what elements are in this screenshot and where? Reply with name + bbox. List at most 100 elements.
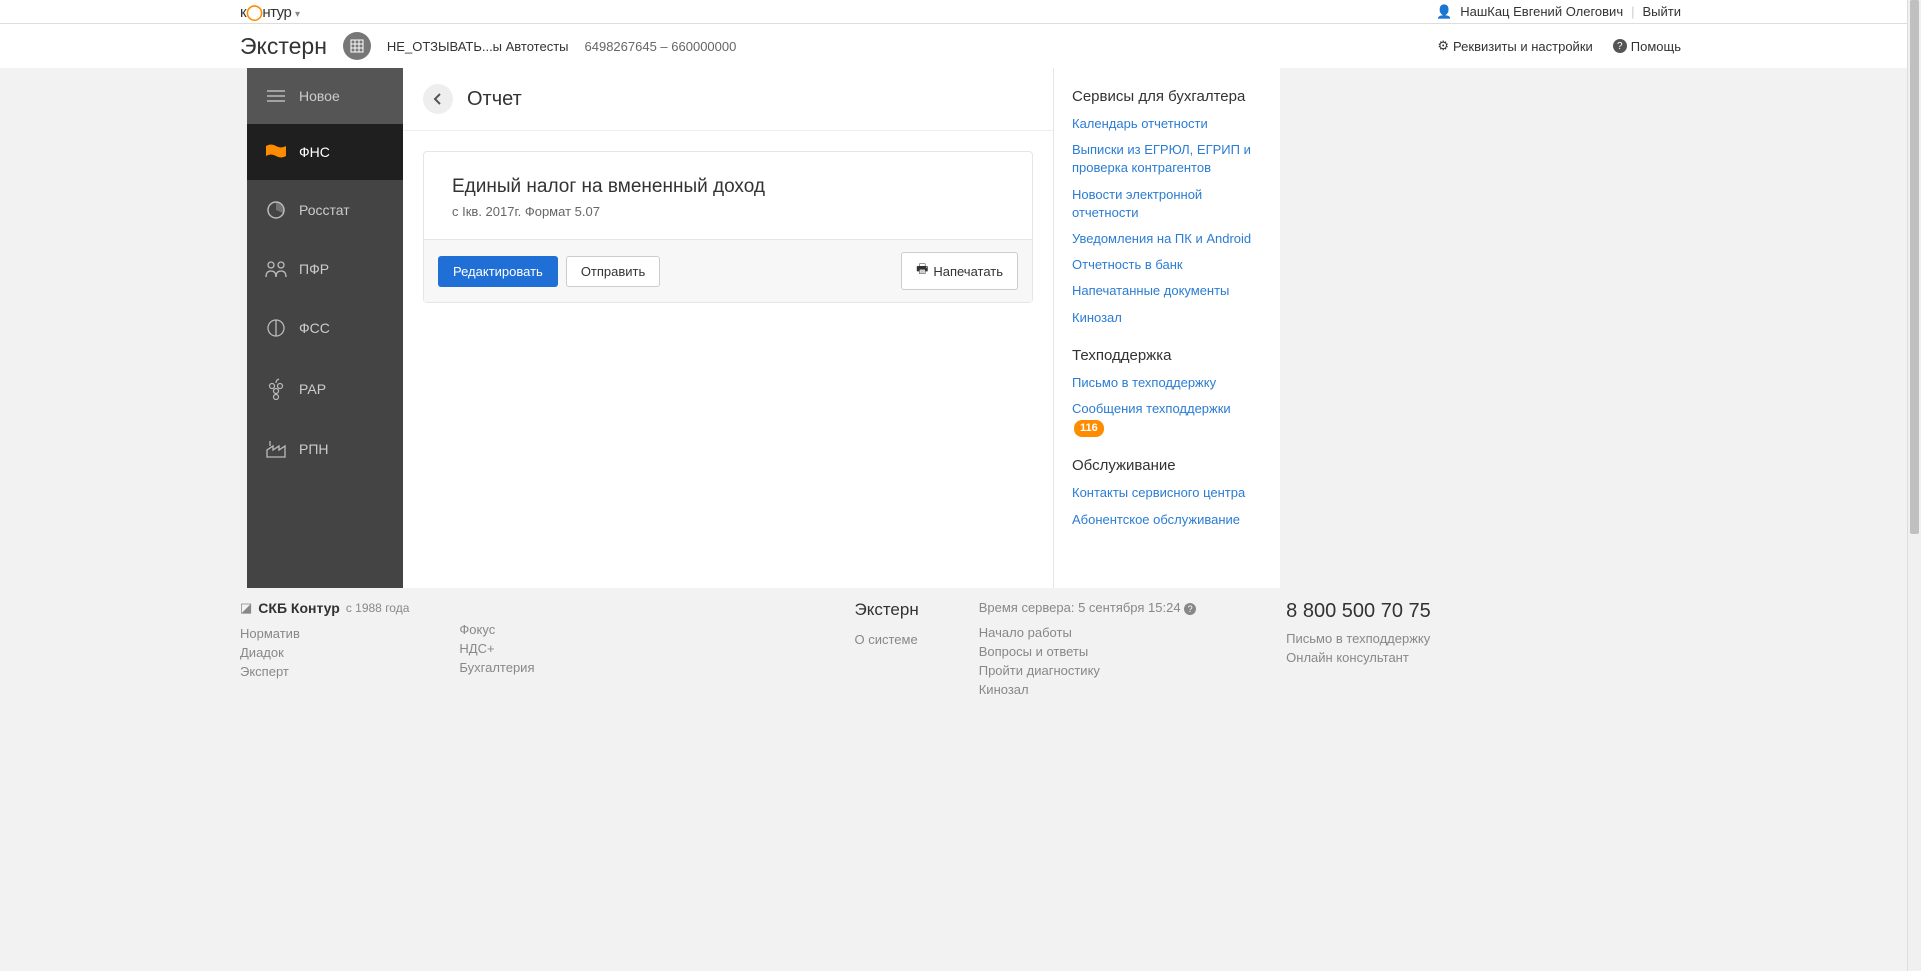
settings-link[interactable]: ⚙ Реквизиты и настройки (1437, 38, 1592, 54)
user-icon: 👤 (1436, 4, 1452, 20)
report-title: Единый налог на вмененный доход (452, 176, 1004, 198)
link-support-msgs[interactable]: Сообщения техподдержки 116 (1072, 400, 1262, 438)
support-badge: 116 (1074, 420, 1104, 437)
sidebar-item-fns[interactable]: ФНС (247, 124, 403, 180)
sidebar-label: РАР (299, 381, 326, 397)
grapes-icon (265, 378, 287, 400)
services-heading: Сервисы для бухгалтера (1072, 88, 1262, 105)
logo-post: нтур (262, 4, 291, 21)
header: Экстерн НЕ_ОТЗЫВАТЬ...ы Автотесты 649826… (0, 24, 1921, 68)
topbar-left[interactable]: к◯нтур ▾ (240, 3, 300, 21)
sidebar-item-rar[interactable]: РАР (247, 358, 403, 420)
help-icon[interactable]: ? (1184, 603, 1196, 615)
footer-link-diag[interactable]: Пройти диагностику (979, 663, 1196, 678)
report-card: Единый налог на вмененный доход с Iкв. 2… (423, 151, 1033, 303)
divider: | (1631, 4, 1634, 19)
send-button[interactable]: Отправить (566, 256, 660, 287)
footer-link-expert[interactable]: Эксперт (240, 664, 409, 679)
logout-link[interactable]: Выйти (1643, 4, 1682, 19)
flag-icon (265, 144, 287, 160)
cloud-icon: ◯ (246, 4, 262, 21)
footer-link-about[interactable]: О системе (854, 632, 918, 647)
settings-label: Реквизиты и настройки (1453, 39, 1593, 54)
support-heading: Техподдержка (1072, 347, 1262, 364)
logo-small-icon: ◪ (240, 600, 252, 616)
footer-link-nds[interactable]: НДС+ (459, 641, 534, 656)
link-support-letter[interactable]: Письмо в техподдержку (1072, 374, 1262, 392)
help-label: Помощь (1631, 39, 1681, 54)
org-name[interactable]: НЕ_ОТЗЫВАТЬ...ы Автотесты (387, 39, 569, 54)
print-button[interactable]: 🖶 Напечатать (901, 252, 1018, 290)
link-cinema[interactable]: Кинозал (1072, 309, 1262, 327)
sidebar-label: ФНС (299, 144, 330, 160)
gear-icon: ⚙ (1437, 38, 1449, 54)
right-panel: Сервисы для бухгалтера Календарь отчетно… (1054, 68, 1280, 588)
sidebar: Новое ФНС Росстат ПФР ФСС (247, 68, 403, 588)
factory-icon (265, 440, 287, 458)
link-printed[interactable]: Напечатанные документы (1072, 282, 1262, 300)
org-badge-icon[interactable] (343, 32, 371, 60)
help-link[interactable]: ? Помощь (1613, 39, 1681, 54)
link-notify[interactable]: Уведомления на ПК и Android (1072, 230, 1262, 248)
org-numbers: 6498267645 – 660000000 (585, 39, 737, 54)
footer-link-normativ[interactable]: Норматив (240, 626, 409, 641)
sidebar-label: РПН (299, 441, 329, 457)
link-bank[interactable]: Отчетность в банк (1072, 256, 1262, 274)
sidebar-label: Росстат (299, 202, 350, 218)
footer: ◪ СКБ Контур с 1988 года Норматив Диадок… (0, 588, 1921, 727)
app-title: Экстерн (240, 33, 327, 60)
footer-link-cinema2[interactable]: Кинозал (979, 682, 1196, 697)
sidebar-item-rpn[interactable]: РПН (247, 420, 403, 478)
scrollbar[interactable] (1907, 0, 1921, 971)
list-icon (265, 89, 287, 103)
chevron-down-icon: ▾ (295, 9, 300, 20)
back-button[interactable] (423, 84, 453, 114)
footer-brand: СКБ Контур (258, 600, 340, 616)
people-icon (265, 260, 287, 278)
link-contacts[interactable]: Контакты сервисного центра (1072, 484, 1262, 502)
link-calendar[interactable]: Календарь отчетности (1072, 115, 1262, 133)
link-egr[interactable]: Выписки из ЕГРЮЛ, ЕГРИП и проверка контр… (1072, 141, 1262, 177)
sidebar-label: ФСС (299, 320, 330, 336)
footer-link-fokus[interactable]: Фокус (459, 622, 534, 637)
topbar-right: 👤 НашКац Евгений Олегович | Выйти (1436, 4, 1681, 20)
footer-since: с 1988 года (346, 601, 410, 615)
server-time: Время сервера: 5 сентября 15:24 ? (979, 600, 1196, 615)
report-subtitle: с Iкв. 2017г. Формат 5.07 (452, 204, 1004, 219)
report-actions: Редактировать Отправить 🖶 Напечатать (424, 239, 1032, 302)
sidebar-item-fss[interactable]: ФСС (247, 298, 403, 358)
footer-link-qa[interactable]: Вопросы и ответы (979, 644, 1196, 659)
sidebar-item-new[interactable]: Новое (247, 68, 403, 124)
user-name[interactable]: НашКац Евгений Олегович (1460, 4, 1623, 19)
footer-link-start[interactable]: Начало работы (979, 625, 1196, 640)
help-icon: ? (1613, 39, 1627, 53)
service-heading: Обслуживание (1072, 457, 1262, 474)
link-news[interactable]: Новости электронной отчетности (1072, 186, 1262, 222)
footer-link-buh[interactable]: Бухгалтерия (459, 660, 534, 675)
page-title: Отчет (467, 88, 522, 111)
main-container: Новое ФНС Росстат ПФР ФСС (247, 68, 1280, 588)
print-label: Напечатать (933, 264, 1003, 279)
sidebar-item-rosstat[interactable]: Росстат (247, 180, 403, 240)
link-subscription[interactable]: Абонентское обслуживание (1072, 511, 1262, 529)
footer-phone: 8 800 500 70 75 (1286, 600, 1431, 623)
piechart-icon (265, 200, 287, 220)
footer-link-support-letter[interactable]: Письмо в техподдержку (1286, 631, 1431, 646)
chevron-left-icon (433, 93, 443, 105)
support-msgs-label: Сообщения техподдержки (1072, 401, 1231, 416)
footer-link-diadok[interactable]: Диадок (240, 645, 409, 660)
sidebar-label: ПФР (299, 261, 329, 277)
circle-phi-icon (265, 318, 287, 338)
sidebar-label: Новое (299, 88, 340, 104)
content: Отчет Единый налог на вмененный доход с … (403, 68, 1280, 588)
topbar: к◯нтур ▾ 👤 НашКац Евгений Олегович | Вый… (0, 0, 1921, 24)
footer-link-online[interactable]: Онлайн консультант (1286, 650, 1431, 665)
edit-button[interactable]: Редактировать (438, 256, 558, 287)
sidebar-item-pfr[interactable]: ПФР (247, 240, 403, 298)
main-column: Отчет Единый налог на вмененный доход с … (403, 68, 1054, 588)
logo: к◯нтур ▾ (240, 3, 300, 21)
scrollbar-thumb[interactable] (1910, 0, 1919, 534)
footer-extern: Экстерн (854, 600, 918, 620)
print-icon: 🖶 (916, 260, 928, 282)
page-header: Отчет (403, 68, 1053, 131)
